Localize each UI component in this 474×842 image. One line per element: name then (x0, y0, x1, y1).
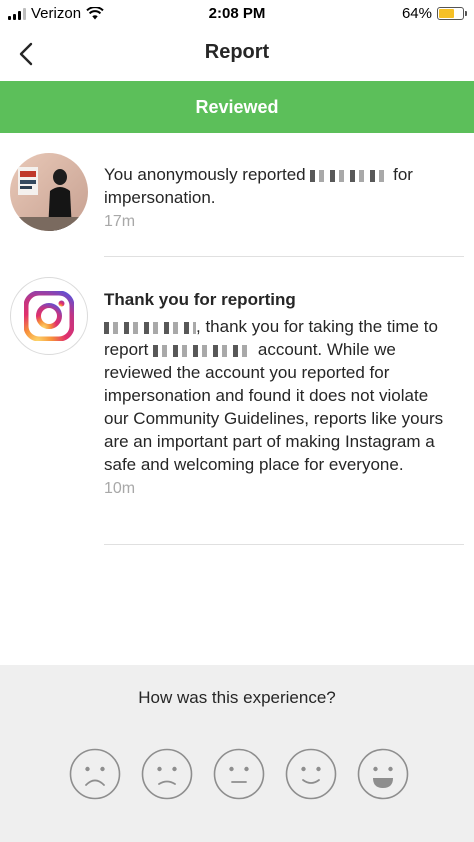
battery-icon (437, 7, 467, 20)
feedback-panel: How was this experience? (0, 665, 474, 842)
report-text: You anonymously reported for impersonati… (104, 163, 444, 233)
divider (104, 256, 464, 257)
redacted-account (153, 344, 254, 357)
reported-user-avatar (10, 153, 88, 231)
very-happy-face-icon[interactable] (357, 748, 409, 800)
battery-group: 64% (401, 5, 467, 22)
battery-percent: 64% (401, 5, 432, 22)
reviewed-banner: Reviewed (0, 81, 474, 133)
report-time: 17m (104, 213, 136, 230)
very-sad-face-icon[interactable] (69, 748, 121, 800)
page-title: Report (204, 41, 270, 63)
response-body: reviewed the account you reported for im… (104, 363, 444, 474)
redacted-username (104, 321, 196, 334)
report-suffix: for (393, 165, 413, 184)
report-line-1: You anonymously reported for (104, 163, 444, 186)
instagram-logo-avatar (10, 277, 88, 355)
navigation-bar: Report (0, 28, 474, 80)
report-line-2: impersonation. (104, 188, 216, 207)
redacted-username (310, 169, 389, 182)
response-line-1: , thank you for taking the time to (104, 315, 444, 338)
divider (104, 544, 464, 545)
response-heading: Thank you for reporting (104, 290, 296, 309)
feedback-question: How was this experience? (138, 688, 336, 707)
response-line-2-suffix: account. While we (257, 340, 396, 359)
happy-face-icon[interactable] (285, 748, 337, 800)
status-bar: Verizon 2:08 PM 64% (0, 0, 474, 28)
response-line-1-suffix: , thank you for taking the time to (196, 317, 438, 336)
neutral-face-icon[interactable] (213, 748, 265, 800)
response-line-2: report account. While we (104, 338, 444, 361)
sad-face-icon[interactable] (141, 748, 193, 800)
response-text: Thank you for reporting , thank you for … (104, 288, 444, 500)
response-line-2-prefix: report (104, 340, 149, 359)
report-prefix: You anonymously reported (104, 165, 306, 184)
instagram-logo-icon (24, 291, 74, 341)
response-time: 10m (104, 480, 136, 497)
feedback-options (69, 748, 409, 802)
